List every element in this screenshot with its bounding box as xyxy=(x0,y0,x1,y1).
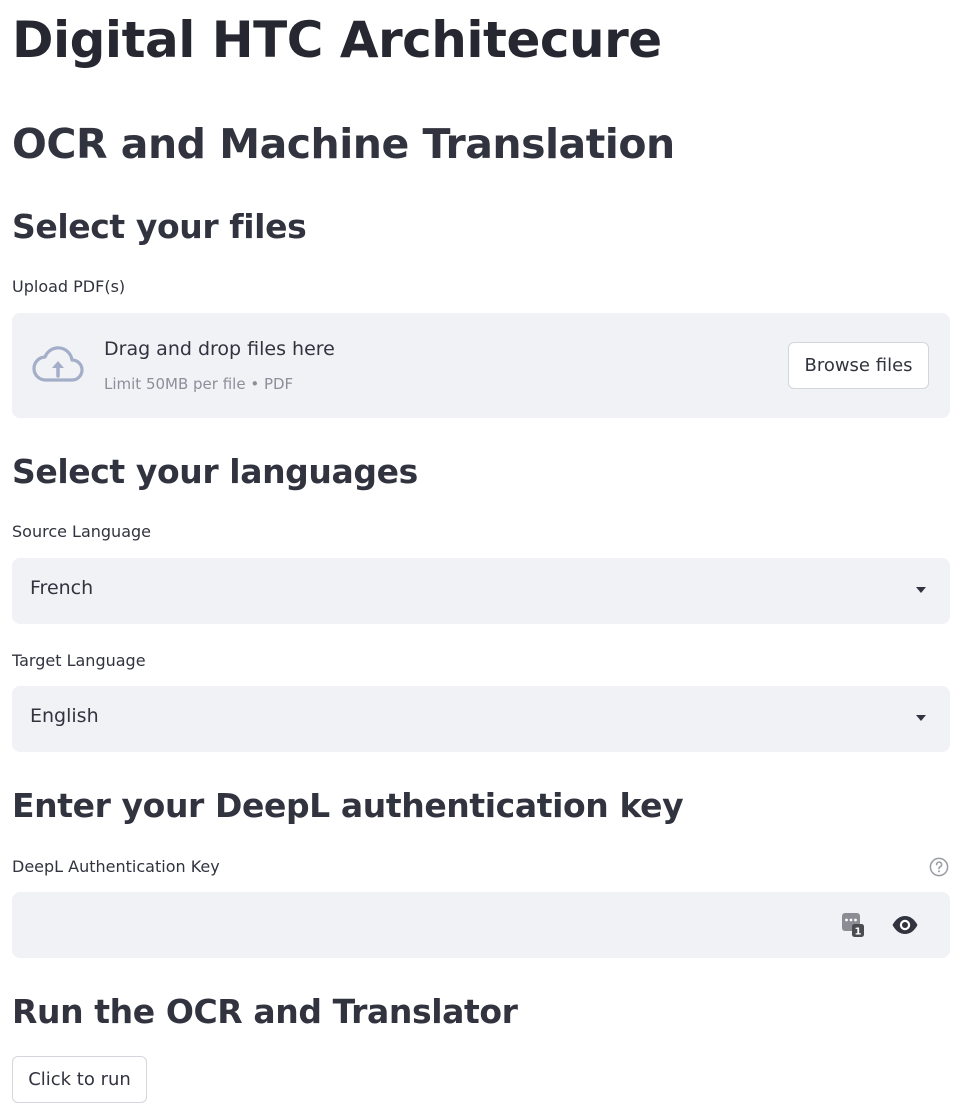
chevron-down-icon xyxy=(916,587,926,593)
cloud-upload-icon xyxy=(32,346,84,382)
file-dropzone[interactable]: Drag and drop files here Limit 50MB per … xyxy=(12,313,950,418)
target-language-select[interactable]: English xyxy=(12,686,950,752)
source-language-select[interactable]: French xyxy=(12,558,950,624)
deepl-key-field[interactable]: 1 xyxy=(12,892,950,958)
browse-files-button[interactable]: Browse files xyxy=(788,342,929,389)
eye-icon[interactable] xyxy=(891,914,919,936)
run-button[interactable]: Click to run xyxy=(12,1056,147,1103)
page-subtitle: OCR and Machine Translation xyxy=(12,120,675,168)
source-language-label: Source Language xyxy=(12,522,151,541)
password-manager-icon[interactable]: 1 xyxy=(841,912,865,938)
upload-label: Upload PDF(s) xyxy=(12,277,126,296)
dropzone-limit: Limit 50MB per file • PDF xyxy=(104,375,294,393)
deepl-key-label: DeepL Authentication Key xyxy=(12,857,220,876)
source-language-value: French xyxy=(30,577,94,599)
target-language-value: English xyxy=(30,705,99,727)
chevron-down-icon xyxy=(916,715,926,721)
run-section-heading: Run the OCR and Translator xyxy=(12,992,518,1031)
page-title: Digital HTC Architecure xyxy=(12,11,662,69)
deepl-key-input[interactable] xyxy=(12,892,812,958)
help-icon[interactable] xyxy=(929,857,949,877)
dropzone-title: Drag and drop files here xyxy=(104,338,335,360)
auth-section-heading: Enter your DeepL authentication key xyxy=(12,786,684,825)
files-section-heading: Select your files xyxy=(12,207,307,246)
languages-section-heading: Select your languages xyxy=(12,452,418,491)
target-language-label: Target Language xyxy=(12,651,146,670)
svg-text:1: 1 xyxy=(855,927,862,938)
